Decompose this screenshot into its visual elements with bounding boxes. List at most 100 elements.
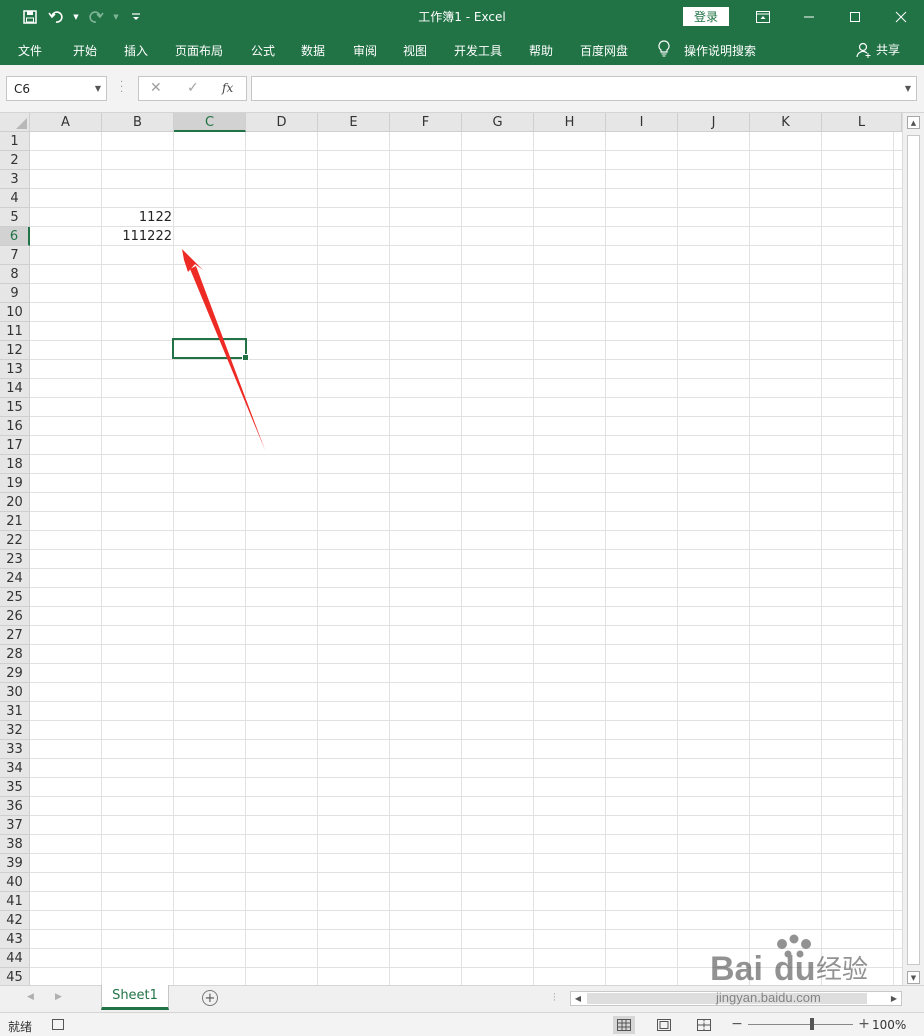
page-break-view-icon[interactable] — [693, 1016, 715, 1034]
row-header-12[interactable]: 12 — [0, 341, 30, 360]
tab-formulas[interactable]: 公式 — [251, 42, 275, 59]
row-header-7[interactable]: 7 — [0, 246, 30, 265]
horizontal-scrollbar[interactable]: ◀ ▶ — [570, 991, 902, 1006]
row-header-29[interactable]: 29 — [0, 664, 30, 683]
zoom-slider[interactable] — [748, 1017, 853, 1030]
active-cell-selection[interactable] — [172, 338, 249, 361]
column-header-d[interactable]: D — [246, 113, 318, 132]
next-sheet-icon[interactable]: ▶ — [55, 992, 62, 1002]
row-header-35[interactable]: 35 — [0, 778, 30, 797]
insert-function-icon[interactable]: fx — [222, 81, 233, 95]
column-header-e[interactable]: E — [318, 113, 390, 132]
column-header-h[interactable]: H — [534, 113, 606, 132]
row-header-20[interactable]: 20 — [0, 493, 30, 512]
normal-view-icon[interactable] — [613, 1016, 635, 1034]
row-header-3[interactable]: 3 — [0, 170, 30, 189]
macro-record-icon[interactable] — [52, 1019, 64, 1030]
tab-help[interactable]: 帮助 — [529, 42, 553, 59]
column-header-i[interactable]: I — [606, 113, 678, 132]
row-header-15[interactable]: 15 — [0, 398, 30, 417]
row-header-43[interactable]: 43 — [0, 930, 30, 949]
tell-me-search[interactable]: 操作说明搜索 — [684, 42, 756, 59]
row-header-39[interactable]: 39 — [0, 854, 30, 873]
tab-baidu-netdisk[interactable]: 百度网盘 — [580, 42, 628, 59]
cell-b6[interactable]: 111222 — [102, 227, 174, 246]
zoom-in-button[interactable]: + — [857, 1016, 871, 1032]
row-header-32[interactable]: 32 — [0, 721, 30, 740]
column-header-k[interactable]: K — [750, 113, 822, 132]
row-header-1[interactable]: 1 — [0, 132, 30, 151]
vertical-scroll-thumb[interactable] — [907, 135, 920, 965]
page-layout-view-icon[interactable] — [653, 1016, 675, 1034]
row-header-23[interactable]: 23 — [0, 550, 30, 569]
row-header-14[interactable]: 14 — [0, 379, 30, 398]
tab-file[interactable]: 文件 — [18, 42, 42, 59]
row-header-34[interactable]: 34 — [0, 759, 30, 778]
row-header-9[interactable]: 9 — [0, 284, 30, 303]
horizontal-scroll-thumb[interactable] — [587, 993, 867, 1004]
prev-sheet-icon[interactable]: ◀ — [27, 992, 34, 1002]
sheet-tab-sheet1[interactable]: Sheet1 — [101, 985, 169, 1010]
tab-page-layout[interactable]: 页面布局 — [175, 42, 223, 59]
expand-formula-bar-icon[interactable]: ▼ — [905, 84, 911, 93]
row-header-26[interactable]: 26 — [0, 607, 30, 626]
vertical-scrollbar[interactable]: ▲ ▼ — [902, 113, 924, 985]
worksheet-grid[interactable]: ABCDEFGHIJKL 1 2 3 4 5 6 7 8 9 10 11 12 13 14 15 16 17 18… — [0, 113, 924, 987]
column-header-b[interactable]: B — [102, 113, 174, 132]
formula-bar-resize-handle[interactable]: · · · — [120, 78, 123, 98]
close-icon[interactable] — [878, 0, 924, 33]
zoom-out-button[interactable]: − — [730, 1016, 744, 1032]
tab-home[interactable]: 开始 — [73, 42, 97, 59]
scroll-left-icon[interactable]: ◀ — [571, 992, 585, 1005]
cell-b5[interactable]: 1122 — [102, 208, 174, 227]
cancel-icon[interactable]: ✕ — [150, 80, 162, 96]
row-header-24[interactable]: 24 — [0, 569, 30, 588]
row-header-11[interactable]: 11 — [0, 322, 30, 341]
login-button[interactable]: 登录 — [683, 7, 729, 26]
row-header-42[interactable]: 42 — [0, 911, 30, 930]
name-box[interactable]: C6 ▼ — [6, 76, 107, 101]
row-header-5[interactable]: 5 — [0, 208, 30, 227]
row-header-36[interactable]: 36 — [0, 797, 30, 816]
row-header-33[interactable]: 33 — [0, 740, 30, 759]
column-header-c[interactable]: C — [174, 113, 246, 132]
column-header-l[interactable]: L — [822, 113, 902, 132]
select-all-corner[interactable] — [0, 113, 30, 132]
share-button[interactable]: 共享 — [856, 41, 900, 58]
tab-split-handle[interactable]: · · · — [553, 991, 556, 1006]
maximize-icon[interactable] — [832, 0, 878, 33]
column-header-a[interactable]: A — [30, 113, 102, 132]
row-header-41[interactable]: 41 — [0, 892, 30, 911]
cell-area[interactable] — [30, 132, 902, 985]
row-header-30[interactable]: 30 — [0, 683, 30, 702]
tab-view[interactable]: 视图 — [403, 42, 427, 59]
chevron-down-icon[interactable]: ▼ — [95, 84, 101, 93]
zoom-percentage[interactable]: 100% — [872, 1018, 906, 1032]
column-header-f[interactable]: F — [390, 113, 462, 132]
row-header-4[interactable]: 4 — [0, 189, 30, 208]
ribbon-display-options-icon[interactable] — [740, 0, 786, 33]
row-header-17[interactable]: 17 — [0, 436, 30, 455]
row-header-8[interactable]: 8 — [0, 265, 30, 284]
row-header-10[interactable]: 10 — [0, 303, 30, 322]
row-header-18[interactable]: 18 — [0, 455, 30, 474]
row-header-44[interactable]: 44 — [0, 949, 30, 968]
add-sheet-icon[interactable]: + — [202, 990, 218, 1006]
row-header-2[interactable]: 2 — [0, 151, 30, 170]
row-header-38[interactable]: 38 — [0, 835, 30, 854]
row-header-21[interactable]: 21 — [0, 512, 30, 531]
row-header-27[interactable]: 27 — [0, 626, 30, 645]
enter-icon[interactable]: ✓ — [187, 80, 199, 96]
tab-insert[interactable]: 插入 — [124, 42, 148, 59]
row-header-28[interactable]: 28 — [0, 645, 30, 664]
row-header-6[interactable]: 6 — [0, 227, 30, 246]
row-header-13[interactable]: 13 — [0, 360, 30, 379]
zoom-slider-knob[interactable] — [810, 1017, 814, 1030]
tab-data[interactable]: 数据 — [301, 42, 325, 59]
row-header-40[interactable]: 40 — [0, 873, 30, 892]
row-header-16[interactable]: 16 — [0, 417, 30, 436]
row-header-37[interactable]: 37 — [0, 816, 30, 835]
scroll-down-icon[interactable]: ▼ — [907, 971, 920, 984]
column-header-j[interactable]: J — [678, 113, 750, 132]
row-header-25[interactable]: 25 — [0, 588, 30, 607]
